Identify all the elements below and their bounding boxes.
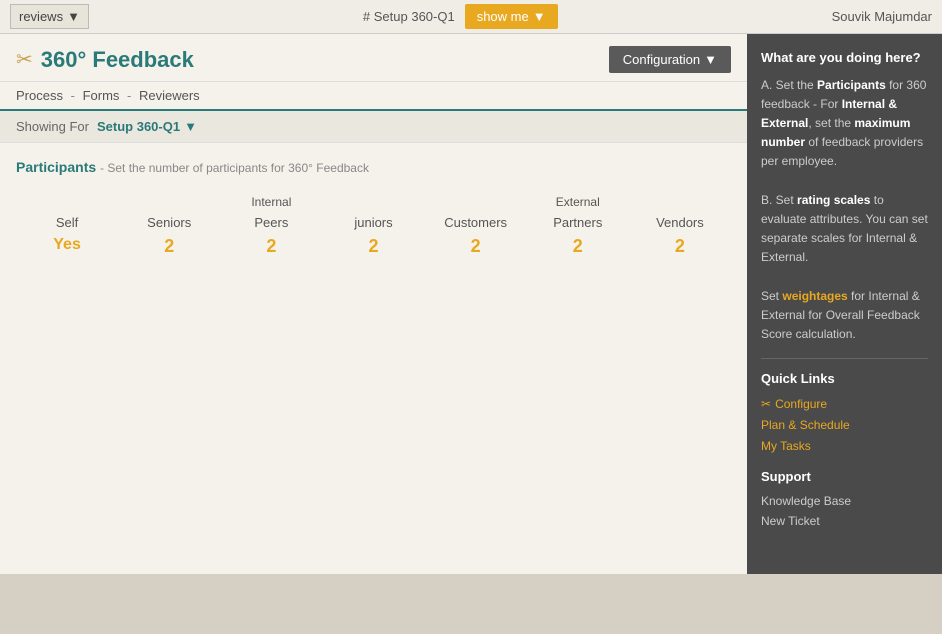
quick-link-my-tasks[interactable]: My Tasks: [761, 437, 928, 455]
seniors-label: Seniors: [147, 215, 191, 230]
new-ticket-link[interactable]: New Ticket: [761, 512, 928, 530]
reviews-label: reviews: [19, 9, 63, 24]
sidebar-divider-1: [761, 358, 928, 359]
juniors-label: juniors: [354, 215, 392, 230]
internal-group-header: Internal: [251, 195, 291, 213]
participant-col-partners: External Partners 2: [527, 195, 629, 257]
quick-link-plan-schedule[interactable]: Plan & Schedule: [761, 416, 928, 434]
participant-col-peers: Internal Peers 2: [220, 195, 322, 257]
juniors-value: 2: [368, 236, 378, 257]
customers-group-header: [474, 195, 477, 213]
show-me-arrow-icon: ▼: [533, 9, 546, 24]
peers-value: 2: [266, 236, 276, 257]
breadcrumb-process[interactable]: Process: [16, 88, 63, 103]
main-area: ✂ 360° Feedback Configuration ▼ Process …: [0, 34, 942, 574]
participants-subtitle: - Set the number of participants for 360…: [100, 161, 369, 175]
vendors-value: 2: [675, 236, 685, 257]
showing-for-dropdown[interactable]: Setup 360-Q1 ▼: [97, 119, 197, 134]
configure-label: Configure: [775, 395, 827, 413]
seniors-value: 2: [164, 236, 174, 257]
top-bar-center: # Setup 360-Q1 show me ▼: [363, 4, 558, 29]
showing-for-arrow-icon: ▼: [184, 119, 197, 134]
showing-for-bar: Showing For Setup 360-Q1 ▼: [0, 111, 747, 143]
participant-col-seniors: Seniors 2: [118, 195, 220, 257]
juniors-group-header: [372, 195, 375, 213]
breadcrumb-sep1: -: [71, 88, 75, 103]
external-group-header: External: [556, 195, 600, 213]
participants-header: Participants - Set the number of partici…: [16, 159, 731, 175]
sidebar-body: A. Set the Participants for 360 feedback…: [761, 76, 928, 345]
breadcrumb-sep2: -: [127, 88, 131, 103]
page-header: ✂ 360° Feedback Configuration ▼: [0, 34, 747, 82]
support-title: Support: [761, 467, 928, 487]
self-label: Self: [56, 215, 78, 230]
participants-title: Participants: [16, 159, 96, 175]
plan-schedule-label: Plan & Schedule: [761, 416, 850, 434]
reviews-dropdown[interactable]: reviews ▼: [10, 4, 89, 29]
participant-col-customers: Customers 2: [425, 195, 527, 257]
breadcrumb-reviewers[interactable]: Reviewers: [139, 88, 200, 103]
top-bar-left: reviews ▼: [10, 4, 89, 29]
self-value: Yes: [53, 236, 81, 254]
page-title-area: ✂ 360° Feedback: [16, 47, 194, 73]
showing-for-value: Setup 360-Q1: [97, 119, 180, 134]
page-title: 360° Feedback: [41, 47, 194, 73]
sidebar-what-title: What are you doing here?: [761, 48, 928, 68]
partners-label: Partners: [553, 215, 602, 230]
dropdown-arrow-icon: ▼: [67, 9, 80, 24]
participant-col-juniors: juniors 2: [322, 195, 424, 257]
participants-section: Participants - Set the number of partici…: [0, 143, 747, 273]
quick-links-title: Quick Links: [761, 369, 928, 389]
participant-col-self: Self Yes: [16, 195, 118, 254]
knowledge-base-link[interactable]: Knowledge Base: [761, 492, 928, 510]
vendors-group-header: [678, 195, 681, 213]
participants-grid: Self Yes Seniors 2 Internal Peers 2: [16, 195, 731, 257]
vendors-label: Vendors: [656, 215, 704, 230]
quick-link-configure[interactable]: ✂ Configure: [761, 395, 928, 413]
breadcrumb-nav: Process - Forms - Reviewers: [0, 82, 747, 111]
self-group-header: [65, 195, 68, 213]
config-label: Configuration: [623, 52, 700, 67]
my-tasks-label: My Tasks: [761, 437, 811, 455]
right-sidebar: What are you doing here? A. Set the Part…: [747, 34, 942, 574]
config-arrow-icon: ▼: [704, 52, 717, 67]
bottom-area: [0, 574, 942, 634]
left-content: ✂ 360° Feedback Configuration ▼ Process …: [0, 34, 747, 574]
scissors-icon: ✂: [16, 47, 33, 72]
customers-label: Customers: [444, 215, 507, 230]
top-bar: reviews ▼ # Setup 360-Q1 show me ▼ Souvi…: [0, 0, 942, 34]
show-me-label: show me: [477, 9, 529, 24]
seniors-group-header: [168, 195, 171, 213]
setup-link: # Setup 360-Q1: [363, 9, 455, 24]
participant-col-vendors: Vendors 2: [629, 195, 731, 257]
partners-value: 2: [573, 236, 583, 257]
configuration-button[interactable]: Configuration ▼: [609, 46, 731, 73]
user-name: Souvik Majumdar: [832, 9, 932, 24]
breadcrumb-forms[interactable]: Forms: [83, 88, 120, 103]
peers-label: Peers: [254, 215, 288, 230]
customers-value: 2: [471, 236, 481, 257]
showing-for-label: Showing For: [16, 119, 89, 134]
configure-icon: ✂: [761, 395, 771, 413]
show-me-button[interactable]: show me ▼: [465, 4, 558, 29]
